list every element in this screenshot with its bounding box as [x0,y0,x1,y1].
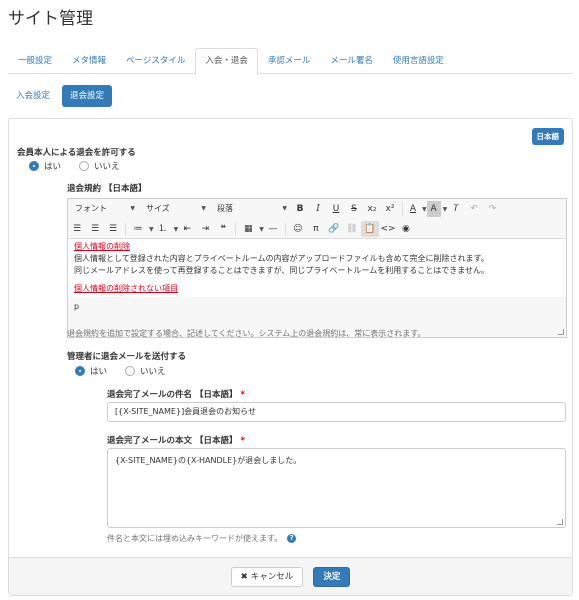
mail-subject-label: 退会完了メールの件名 【日本語】 * [107,390,245,400]
unlink-icon[interactable]: ⛓ [343,221,361,237]
self-withdraw-label: 会員本人による退会を許可する [17,148,136,158]
subtab-withdraw-settings[interactable]: 退会設定 [62,85,113,107]
numbered-list-icon[interactable]: ⒈ [154,221,172,237]
notify-radio-group: はい いいえ [75,365,184,377]
editor-content[interactable]: 個人情報の削除 個人情報として登録された内容とプライベートルームの内容がアップロ… [68,239,566,297]
tab-meta[interactable]: メタ情報 [62,48,116,74]
self-withdraw-radio-group: はい いいえ [29,160,138,172]
link-icon[interactable]: 🔗 [325,221,343,237]
caret-down-icon: ▼ [282,205,287,212]
content-heading: 個人情報の削除されない項目 [74,284,178,293]
editor-toolbar: フォント ▼ サイズ ▼ 段落 ▼ B I U S x₂ x² A ▼ A ▼ 𝑇 ↶ ↷… [68,199,566,239]
page-title: サイト管理 [8,9,93,29]
bold-button[interactable]: B [291,201,309,217]
radio-label: はい [90,367,108,377]
redo-icon[interactable]: ↷ [483,201,501,217]
mail-body-label: 退会完了メールの本文 【日本語】 * [107,436,245,446]
subtabs: 入会設定 退会設定 [8,85,113,107]
notify-no[interactable]: いいえ [125,365,166,377]
bg-color-button[interactable]: A [426,201,441,217]
embed-help-text: 件名と本文には埋め込みキーワードが使えます。 [107,534,283,543]
subscript-button[interactable]: x₂ [363,201,381,217]
align-left-icon[interactable]: ☰ [68,221,86,237]
superscript-button[interactable]: x² [381,201,399,217]
radio-label: いいえ [140,367,166,377]
strikethrough-button[interactable]: S [345,201,363,217]
withdraw-terms-label: 退会規約 【日本語】 [67,184,147,194]
font-select[interactable]: フォント ▼ [71,201,139,217]
radio-label: はい [44,162,62,172]
emoji-icon[interactable]: ☺ [289,221,307,237]
tab-join-withdraw[interactable]: 入会・退会 [195,48,258,75]
align-center-icon[interactable]: ☰ [86,221,104,237]
form-footer: ✖ キャンセル 決定 [9,557,572,595]
mail-body-textarea[interactable]: {X-SITE_NAME}の{X-HANDLE}が退会しました。 [107,448,566,528]
math-icon[interactable]: π [307,221,325,237]
notify-yes[interactable]: はい [75,365,107,377]
self-withdraw-yes[interactable]: はい [29,160,61,172]
paste-text-icon[interactable]: 📋 [360,221,379,237]
size-select[interactable]: サイズ ▼ [142,201,210,217]
caret-down-icon: ▼ [130,205,135,212]
preview-icon[interactable]: ◉ [397,221,415,237]
resize-handle-icon[interactable] [558,329,564,335]
resize-handle-icon[interactable] [557,519,563,525]
tab-language[interactable]: 使用言語設定 [383,48,454,74]
radio-unchecked-icon [125,366,136,376]
terms-help-text: 退会規約を追加で設定する場合、記述してください。システム上の退会規約は、常に表示… [67,329,426,338]
language-badge: 日本語 [531,128,564,145]
bullet-list-icon[interactable]: ≔ [129,221,147,237]
cancel-button[interactable]: ✖ キャンセル [230,566,304,587]
undo-icon[interactable]: ↶ [465,201,483,217]
radio-unchecked-icon [79,161,90,171]
embed-help: 件名と本文には埋め込みキーワードが使えます。? [107,533,297,544]
radio-checked-icon [75,366,85,376]
self-withdraw-no[interactable]: いいえ [79,160,120,172]
caret-down-icon: ▼ [201,205,206,212]
align-right-icon[interactable]: ☰ [104,221,122,237]
tab-approval-mail[interactable]: 承認メール [258,48,321,74]
table-icon[interactable]: ▦ [239,221,257,237]
settings-tabs: 一般設定 メタ情報 ページスタイル 入会・退会 承認メール メール署名 使用言語… [8,48,573,75]
indent-icon[interactable]: ⇥ [196,221,214,237]
element-path: p [74,302,80,311]
paragraph-select[interactable]: 段落 ▼ [213,201,291,217]
radio-checked-icon [29,161,39,171]
underline-button[interactable]: U [327,201,345,217]
italic-button[interactable]: I [309,201,327,217]
tab-page-style[interactable]: ページスタイル [116,48,195,74]
mail-subject-input[interactable]: [{X-SITE_NAME}]会員退会のお知らせ [107,402,566,422]
tab-mail-signature[interactable]: メール署名 [320,48,383,74]
radio-label: いいえ [94,162,120,172]
close-icon: ✖ [240,571,248,582]
subtab-join-settings[interactable]: 入会設定 [8,85,58,107]
content-heading: 個人情報の削除 [74,242,130,251]
mail-body-value: {X-SITE_NAME}の{X-HANDLE}が退会しました。 [115,456,302,465]
blockquote-icon[interactable]: ❝ [214,221,232,237]
clear-format-icon[interactable]: 𝑇 [447,201,465,217]
outdent-icon[interactable]: ⇤ [178,221,196,237]
help-icon[interactable]: ? [287,534,297,543]
tab-general[interactable]: 一般設定 [8,48,62,74]
notify-admin-label: 管理者に退会メールを送付する [67,352,187,362]
content-paragraph: 個人情報として登録された内容とプライベートルームの内容がアップロードファイルも含… [74,254,489,263]
submit-button[interactable]: 決定 [313,566,351,587]
rich-text-editor: フォント ▼ サイズ ▼ 段落 ▼ B I U S x₂ x² A ▼ A ▼ 𝑇 ↶ ↷… [67,198,567,338]
font-color-button[interactable]: A [406,201,420,217]
source-code-icon[interactable]: <> [379,221,397,237]
settings-panel: 日本語 会員本人による退会を許可する はい いいえ 退会規約 【日本語】 フォン… [8,118,573,596]
content-paragraph: 同じメールアドレスを使って再登録することはできますが、同じプライベートルームを利… [74,266,489,275]
horizontal-rule-icon[interactable]: — [264,221,282,237]
